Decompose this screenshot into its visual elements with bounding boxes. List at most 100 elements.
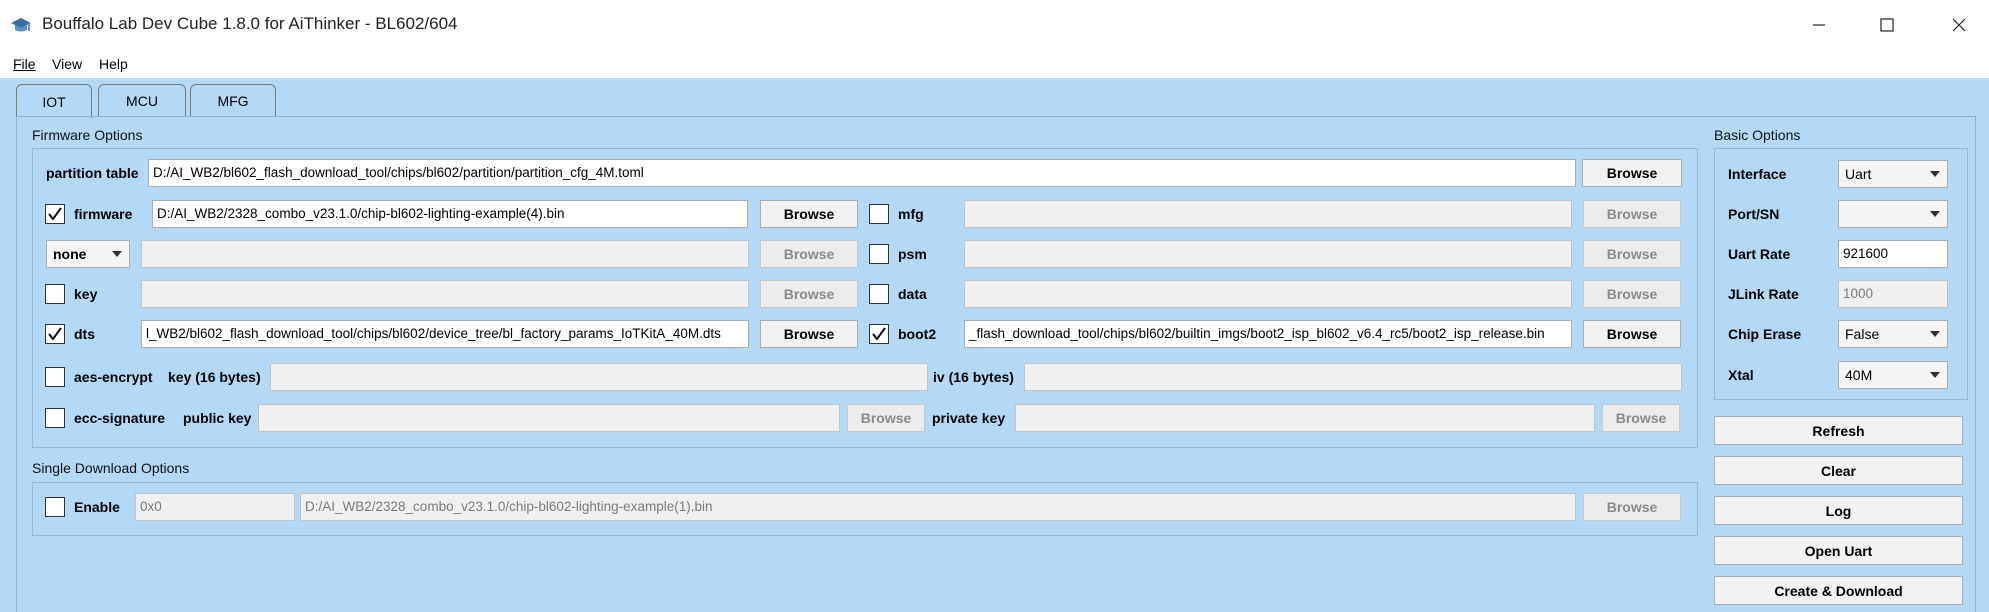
firmware-checkbox[interactable] [45,204,65,224]
partition-table-input[interactable]: D:/AI_WB2/bl602_flash_download_tool/chip… [148,159,1576,187]
boot2-browse-button[interactable]: Browse [1583,320,1681,348]
private-key-label: private key [932,410,1006,426]
refresh-button[interactable]: Refresh [1714,416,1963,445]
ecc-signature-checkbox[interactable] [45,408,65,428]
mfg-checkbox[interactable] [869,204,889,224]
close-icon [1952,18,1966,32]
port-select[interactable] [1838,200,1948,228]
dts-browse-button[interactable]: Browse [760,320,858,348]
firmware-label: firmware [74,206,133,222]
image-type-value: none [53,246,87,262]
log-button[interactable]: Log [1714,496,1963,525]
create-download-button[interactable]: Create & Download [1714,576,1963,605]
tab-mcu[interactable]: MCU [98,84,186,117]
psm-checkbox[interactable] [869,244,889,264]
interface-label: Interface [1728,166,1787,182]
data-checkbox[interactable] [869,284,889,304]
dts-label: dts [74,326,95,342]
private-key-input[interactable] [1015,404,1595,432]
interface-value: Uart [1845,166,1872,182]
uart-rate-label: Uart Rate [1728,246,1791,262]
key-input[interactable] [141,280,749,308]
ecc-signature-label: ecc-signature [74,410,166,426]
menu-view[interactable]: View [52,50,82,78]
menu-file[interactable]: File [13,50,36,78]
public-key-browse-button[interactable]: Browse [847,404,925,432]
aes-key-label: key (16 bytes) [168,369,261,385]
psm-browse-button[interactable]: Browse [1583,240,1681,268]
tab-mfg[interactable]: MFG [190,84,276,117]
key-checkbox[interactable] [45,284,65,304]
public-key-input[interactable] [258,404,840,432]
clear-button[interactable]: Clear [1714,456,1963,485]
aes-iv-label: iv (16 bytes) [933,369,1014,385]
uart-rate-input[interactable]: 921600 [1838,240,1948,268]
checkmark-icon [48,207,62,221]
single-download-address-input[interactable]: 0x0 [135,493,295,521]
xtal-label: Xtal [1728,367,1754,383]
aes-iv-input[interactable] [1024,363,1682,391]
key-label: key [74,286,98,302]
checkmark-icon [872,327,886,341]
key-browse-button[interactable]: Browse [760,280,858,308]
partition-table-label: partition table [46,165,139,181]
single-download-title: Single Download Options [32,460,190,476]
port-label: Port/SN [1728,206,1780,222]
data-browse-button[interactable]: Browse [1583,280,1681,308]
mfg-input[interactable] [964,200,1572,228]
menu-bar [0,50,1989,78]
data-input[interactable] [964,280,1572,308]
dts-checkbox[interactable] [45,324,65,344]
maximize-icon [1880,18,1894,32]
app-cap-icon [11,18,31,32]
xtal-value: 40M [1845,367,1873,383]
aes-key-input[interactable] [270,363,928,391]
maximize-button[interactable] [1858,0,1916,50]
image-type-select[interactable]: none [46,240,130,268]
chip-erase-value: False [1845,326,1880,342]
dts-input[interactable]: l_WB2/bl602_flash_download_tool/chips/bl… [141,320,749,348]
psm-label: psm [898,246,927,262]
public-key-label: public key [183,410,252,426]
single-download-browse-button[interactable]: Browse [1583,493,1681,521]
firmware-input[interactable]: D:/AI_WB2/2328_combo_v23.1.0/chip-bl602-… [152,200,748,228]
mfg-browse-button[interactable]: Browse [1583,200,1681,228]
menu-help[interactable]: Help [99,50,128,78]
firmware-browse-button[interactable]: Browse [760,200,858,228]
psm-input[interactable] [964,240,1572,268]
chip-erase-label: Chip Erase [1728,326,1802,342]
minimize-icon [1813,24,1825,26]
tab-iot[interactable]: IOT [16,84,92,118]
interface-select[interactable]: Uart [1838,160,1948,188]
private-key-browse-button[interactable]: Browse [1602,404,1680,432]
chevron-down-icon [1930,171,1940,177]
single-download-enable-label: Enable [74,499,120,515]
mfg-label: mfg [898,206,924,222]
xtal-select[interactable]: 40M [1838,361,1948,389]
basic-options-title: Basic Options [1714,127,1801,143]
boot2-input[interactable]: _flash_download_tool/chips/bl602/builtin… [964,320,1572,348]
close-button[interactable] [1930,0,1988,50]
image-type-browse-button[interactable]: Browse [760,240,858,268]
open-uart-button[interactable]: Open Uart [1714,536,1963,565]
checkmark-icon [48,327,62,341]
chevron-down-icon [1930,372,1940,378]
boot2-label: boot2 [898,326,937,342]
boot2-checkbox[interactable] [869,324,889,344]
firmware-options-title: Firmware Options [32,127,143,143]
window-title: Bouffalo Lab Dev Cube 1.8.0 for AiThinke… [42,14,458,33]
chevron-down-icon [1930,331,1940,337]
chevron-down-icon [112,251,122,257]
data-label: data [898,286,927,302]
aes-encrypt-checkbox[interactable] [45,367,65,387]
single-download-enable-checkbox[interactable] [45,497,65,517]
partition-table-browse-button[interactable]: Browse [1582,159,1682,187]
jlink-rate-label: JLink Rate [1728,286,1799,302]
minimize-button[interactable] [1790,0,1848,50]
image-type-input[interactable] [141,240,749,268]
chip-erase-select[interactable]: False [1838,320,1948,348]
chevron-down-icon [1930,211,1940,217]
single-download-file-input[interactable]: D:/AI_WB2/2328_combo_v23.1.0/chip-bl602-… [300,493,1576,521]
aes-encrypt-label: aes-encrypt [74,369,153,385]
jlink-rate-input[interactable]: 1000 [1838,280,1948,308]
